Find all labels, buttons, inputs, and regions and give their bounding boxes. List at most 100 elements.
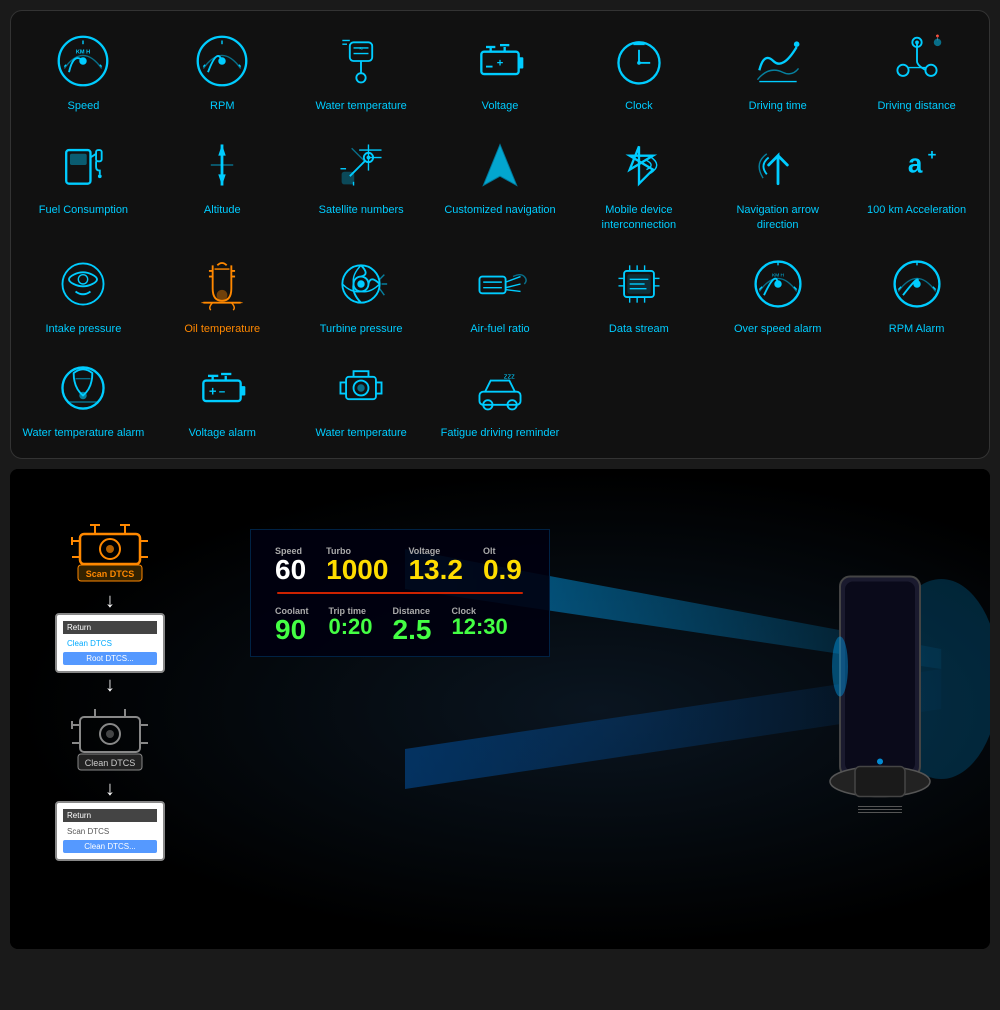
feature-satellite[interactable]: Satellite numbers bbox=[294, 125, 429, 240]
arrow-2: ↓ bbox=[105, 675, 115, 695]
dtc-mid-engine: Clean DTCS bbox=[60, 697, 160, 777]
svg-text:+: + bbox=[497, 58, 504, 70]
feature-voltage-alarm-label: Voltage alarm bbox=[189, 426, 256, 440]
feature-fatigue-label: Fatigue driving reminder bbox=[441, 426, 560, 440]
screen1-btn[interactable]: Root DTCS... bbox=[63, 652, 157, 665]
feature-clock-label: Clock bbox=[625, 99, 653, 113]
hud-olt-value: 0.9 bbox=[483, 556, 522, 584]
feature-voltage-alarm[interactable]: − + Voltage alarm bbox=[155, 348, 290, 448]
feature-water-temp[interactable]: ≈ Water temperature bbox=[294, 21, 429, 121]
hud-trip: Trip time 0:20 bbox=[329, 606, 373, 644]
hud-clock-value: 12:30 bbox=[451, 616, 507, 638]
hud-turbo-value: 1000 bbox=[326, 556, 388, 584]
feature-speed[interactable]: KM H Speed bbox=[16, 21, 151, 121]
acceleration-icon: a + bbox=[885, 133, 949, 197]
feature-driving-time[interactable]: Driving time bbox=[710, 21, 845, 121]
feature-nav-arrow-label: Navigation arrow direction bbox=[714, 203, 841, 232]
nav-icon bbox=[468, 133, 532, 197]
feature-driving-time-label: Driving time bbox=[749, 99, 807, 113]
feature-driving-distance[interactable]: 📍 Driving distance bbox=[849, 21, 984, 121]
screen2-header: Return bbox=[63, 809, 157, 822]
rpm-alarm-icon bbox=[885, 252, 949, 316]
feature-air-fuel-label: Air-fuel ratio bbox=[470, 322, 529, 336]
svg-text:zzz: zzz bbox=[504, 372, 515, 381]
arrow-3: ↓ bbox=[105, 779, 115, 799]
feature-rpm-label: RPM bbox=[210, 99, 234, 113]
rpm-icon bbox=[190, 29, 254, 93]
empty-slot-3 bbox=[849, 348, 984, 448]
arrow-1: ↓ bbox=[105, 591, 115, 611]
svg-text:📍: 📍 bbox=[934, 34, 941, 42]
feature-rpm[interactable]: RPM bbox=[155, 21, 290, 121]
nav-arrow-icon bbox=[746, 133, 810, 197]
feature-clock[interactable]: Clock bbox=[571, 21, 706, 121]
feature-voltage-label: Voltage bbox=[482, 99, 519, 113]
feature-mobile[interactable]: Mobile device interconnection bbox=[571, 125, 706, 240]
feature-acceleration[interactable]: a + 100 km Acceleration bbox=[849, 125, 984, 240]
feature-acceleration-label: 100 km Acceleration bbox=[867, 203, 966, 217]
svg-text:+: + bbox=[927, 147, 936, 164]
features-panel: KM H Speed bbox=[10, 10, 990, 459]
hud-speed: Speed 60 bbox=[275, 546, 306, 584]
svg-text:≈: ≈ bbox=[359, 46, 363, 53]
driving-distance-icon: 📍 bbox=[885, 29, 949, 93]
fuel-icon bbox=[51, 133, 115, 197]
air-fuel-icon bbox=[468, 252, 532, 316]
water-temp-icon: ≈ bbox=[329, 29, 393, 93]
feature-speed-label: Speed bbox=[68, 99, 100, 113]
feature-fuel[interactable]: Fuel Consumption bbox=[16, 125, 151, 240]
hud-device bbox=[770, 547, 970, 872]
data-stream-icon bbox=[607, 252, 671, 316]
screen1-text: Clean DTCS bbox=[63, 638, 157, 649]
feature-turbine-label: Turbine pressure bbox=[320, 322, 403, 336]
bottom-section: Scan DTCS ↓ Return Clean DTCS Root DTCS.… bbox=[10, 469, 990, 949]
fatigue-icon: zzz bbox=[468, 356, 532, 420]
feature-satellite-label: Satellite numbers bbox=[319, 203, 404, 217]
feature-turbine[interactable]: Turbine pressure bbox=[294, 244, 429, 344]
hud-clock: Clock 12:30 bbox=[451, 606, 507, 644]
feature-oil-temp-label: Oil temperature bbox=[184, 322, 260, 336]
turbine-icon bbox=[329, 252, 393, 316]
dtc-screen-2: Return Scan DTCS Clean DTCS... bbox=[55, 801, 165, 861]
feature-intake[interactable]: Intake pressure bbox=[16, 244, 151, 344]
feature-nav-arrow[interactable]: Navigation arrow direction bbox=[710, 125, 845, 240]
clock-icon bbox=[607, 29, 671, 93]
feature-altitude-label: Altitude bbox=[204, 203, 241, 217]
svg-text:−: − bbox=[219, 387, 226, 399]
feature-rpm-alarm[interactable]: RPM Alarm bbox=[849, 244, 984, 344]
feature-water-temp-alarm[interactable]: Water temperature alarm bbox=[16, 348, 151, 448]
hud-voltage-value: 13.2 bbox=[408, 556, 463, 584]
feature-water-temp2[interactable]: Water temperature bbox=[294, 348, 429, 448]
hud-olt: Olt 0.9 bbox=[483, 546, 522, 584]
feature-oil-temp[interactable]: Oil temperature bbox=[155, 244, 290, 344]
dtc-screen-1: Return Clean DTCS Root DTCS... bbox=[55, 613, 165, 673]
oil-temp-icon bbox=[190, 252, 254, 316]
feature-data-stream[interactable]: Data stream bbox=[571, 244, 706, 344]
hud-trip-value: 0:20 bbox=[329, 616, 373, 638]
voltage-alarm-icon: − + bbox=[190, 356, 254, 420]
feature-voltage[interactable]: + Voltage bbox=[433, 21, 568, 121]
bluetooth-icon bbox=[607, 133, 671, 197]
screen2-btn[interactable]: Clean DTCS... bbox=[63, 840, 157, 853]
svg-text:KM H: KM H bbox=[76, 50, 90, 56]
hud-coolant: Coolant 90 bbox=[275, 606, 309, 644]
hud-distance: Distance 2.5 bbox=[393, 606, 432, 644]
feature-overspeed-label: Over speed alarm bbox=[734, 322, 821, 336]
feature-altitude[interactable]: Altitude bbox=[155, 125, 290, 240]
water-temp-alarm-icon bbox=[51, 356, 115, 420]
feature-overspeed[interactable]: KM H Over speed alarm bbox=[710, 244, 845, 344]
feature-fatigue[interactable]: zzz Fatigue driving reminder bbox=[433, 348, 568, 448]
hud-divider bbox=[277, 592, 524, 594]
hud-turbo: Turbo 1000 bbox=[326, 546, 388, 584]
hud-display: Speed 60 Turbo 1000 Voltage 13.2 Olt 0.9 bbox=[250, 529, 550, 657]
hud-speed-value: 60 bbox=[275, 556, 306, 584]
hud-row-2: Coolant 90 Trip time 0:20 Distance 2.5 C… bbox=[263, 598, 537, 648]
feature-customized-nav[interactable]: Customized navigation bbox=[433, 125, 568, 240]
hud-distance-value: 2.5 bbox=[393, 616, 432, 644]
feature-water-temp2-label: Water temperature bbox=[315, 426, 406, 440]
feature-rpm-alarm-label: RPM Alarm bbox=[889, 322, 945, 336]
feature-air-fuel[interactable]: Air-fuel ratio bbox=[433, 244, 568, 344]
hud-area: Speed 60 Turbo 1000 Voltage 13.2 Olt 0.9 bbox=[210, 469, 990, 949]
empty-slot-1 bbox=[571, 348, 706, 448]
feature-driving-distance-label: Driving distance bbox=[877, 99, 955, 113]
